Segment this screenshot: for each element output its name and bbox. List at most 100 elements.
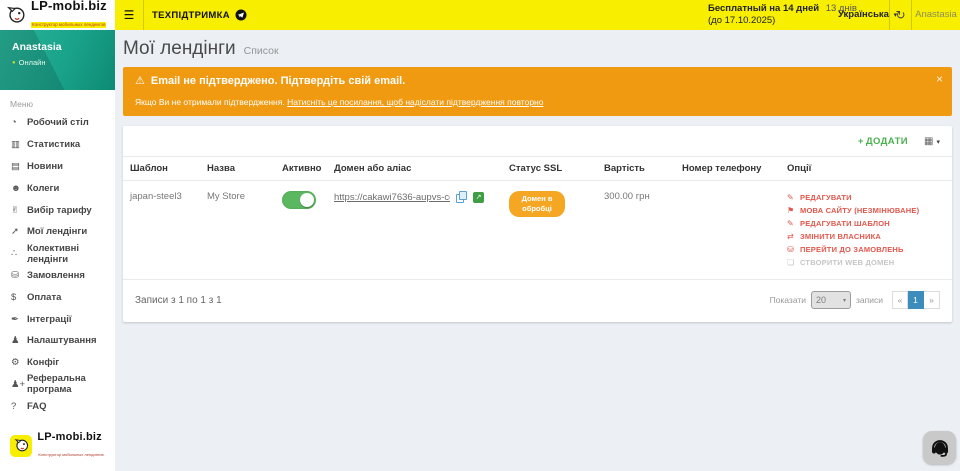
sidebar-item-label: Робочий стіл — [27, 117, 89, 128]
support-button[interactable]: ТЕХПІДТРИМКА — [152, 0, 247, 30]
referral-icon: ♟+ — [11, 379, 27, 390]
email-warning-banner: ⚠ Email не підтверджено. Підтвердіть сві… — [123, 67, 952, 116]
stats-icon: ▥ — [11, 139, 27, 150]
dog-logo-icon — [5, 4, 27, 26]
orders-cart-icon: ⛁ — [11, 270, 27, 281]
cell-active — [278, 181, 330, 280]
sidebar-item-statistics[interactable]: ▥ Статистика — [0, 134, 115, 156]
edit-template-icon: ✎ — [787, 217, 797, 230]
sidebar-item-faq[interactable]: ? FAQ — [0, 395, 115, 417]
user-menu[interactable]: Anastasia — [912, 0, 960, 30]
col-domain: Домен або аліас — [330, 157, 505, 181]
sidebar-item-label: Замовлення — [27, 270, 85, 281]
page-size-select[interactable]: 20 ▾ — [811, 291, 851, 309]
option-edit-template[interactable]: ✎ РЕДАГУВАТИ ШАБЛОН — [787, 217, 948, 230]
page-buttons: « 1 » — [892, 291, 940, 309]
next-page-button[interactable]: » — [924, 291, 940, 309]
sidebar-item-label: Мої лендінги — [27, 226, 87, 237]
brand-name: LP-mobi.biz — [37, 431, 104, 443]
sidebar-item-dashboard[interactable]: ◔ Робочий стіл — [0, 112, 115, 134]
page-1-button[interactable]: 1 — [908, 291, 924, 309]
support-chat-widget[interactable] — [923, 431, 956, 464]
sidebar-item-colleagues[interactable]: ☻ Колеги — [0, 177, 115, 199]
headset-icon — [929, 437, 951, 459]
resend-confirmation-link[interactable]: Натисніть це посилання, щоб надіслати пі… — [287, 97, 543, 107]
cell-domain: https://cakawi7636-aupvs-com-42 ↗ — [330, 181, 505, 280]
option-label: ЗМІНИТИ ВЛАСНИКА — [800, 230, 881, 243]
close-icon[interactable]: × — [936, 72, 943, 86]
menu-section-label: Меню — [0, 90, 115, 112]
collective-landings-icon: ∴ — [11, 248, 27, 259]
cell-options: ✎ РЕДАГУВАТИ ⚑ МОВА САЙТУ (НЕЗМІНЮВАНЕ) … — [783, 181, 952, 280]
support-label: ТЕХПІДТРИМКА — [152, 10, 230, 21]
settings-user-icon: ♟ — [11, 335, 27, 346]
option-site-language[interactable]: ⚑ МОВА САЙТУ (НЕЗМІНЮВАНЕ) — [787, 204, 948, 217]
online-dot-icon: ● — [12, 60, 16, 66]
chevron-down-icon: ▾ — [843, 297, 846, 304]
sidebar-brand-logo[interactable]: LP-mobi.biz Конструктор мобильных лендин… — [0, 424, 115, 468]
brand-logo[interactable]: LP-mobi.biz Конструктор мобильных лендин… — [0, 0, 115, 30]
option-label: СТВОРИТИ WEB ДОМЕН — [800, 256, 894, 269]
plus-icon: + — [858, 136, 864, 147]
add-button[interactable]: + ДОДАТИ — [858, 136, 908, 147]
toggle-knob — [300, 193, 314, 207]
sidebar-item-orders[interactable]: ⛁ Замовлення — [0, 265, 115, 287]
option-change-owner[interactable]: ⇄ ЗМІНИТИ ВЛАСНИКА — [787, 230, 948, 243]
columns-dropdown-button[interactable]: ▦ ▾ — [924, 136, 940, 147]
option-go-to-orders[interactable]: ⛁ ПЕРЕЙТИ ДО ЗАМОВЛЕНЬ — [787, 243, 948, 256]
option-create-web-domain: ❏ СТВОРИТИ WEB ДОМЕН — [787, 256, 948, 269]
change-owner-icon: ⇄ — [787, 230, 797, 243]
copy-icon[interactable] — [456, 191, 467, 203]
colleagues-icon: ☻ — [11, 183, 27, 194]
brand-tagline: Конструктор мобильных лендингов — [37, 452, 104, 458]
integrations-icon: ✒ — [11, 314, 27, 325]
records-label: записи — [856, 295, 883, 305]
main-content: Мої лендінги Список ⚠ Email не підтвердж… — [115, 30, 960, 471]
sidebar-item-integrations[interactable]: ✒ Інтеграції — [0, 308, 115, 330]
sidebar-user-status: ● Онлайн — [0, 53, 115, 67]
records-info: Записи з 1 по 1 з 1 — [135, 295, 222, 306]
open-in-new-icon[interactable]: ↗ — [473, 192, 484, 203]
menu-toggle-icon[interactable]: ☰ — [115, 0, 144, 30]
domain-link[interactable]: https://cakawi7636-aupvs-com-42 — [334, 192, 450, 203]
cell-name: My Store — [203, 181, 278, 280]
pagination: Показати 20 ▾ записи « 1 » — [770, 291, 940, 309]
col-options: Опції — [783, 157, 952, 181]
col-phone: Номер телефону — [678, 157, 783, 181]
page-title: Мої лендінги — [123, 38, 236, 60]
option-label: РЕДАГУВАТИ ШАБЛОН — [800, 217, 890, 230]
sidebar: Anastasia ● Онлайн Меню ◔ Робочий стіл ▥… — [0, 30, 115, 471]
dashboard-icon: ◔ — [11, 117, 27, 128]
refresh-icon[interactable]: ↻ — [889, 0, 912, 30]
sidebar-item-config[interactable]: ⚙ Конфіг — [0, 352, 115, 374]
news-icon: ▤ — [11, 161, 27, 172]
warning-icon: ⚠ — [135, 74, 145, 87]
sidebar-item-payment[interactable]: $ Оплата — [0, 286, 115, 308]
option-edit[interactable]: ✎ РЕДАГУВАТИ — [787, 191, 948, 204]
landings-table: Шаблон Назва Активно Домен або аліас Ста… — [123, 156, 952, 280]
sidebar-item-label: Статистика — [27, 139, 80, 150]
top-bar: LP-mobi.biz Конструктор мобильных лендин… — [0, 0, 960, 30]
sidebar-item-tariff[interactable]: ✌ Вибір тарифу — [0, 199, 115, 221]
show-label: Показати — [770, 295, 806, 305]
table-header-row: Шаблон Назва Активно Домен або аліас Ста… — [123, 157, 952, 181]
col-active: Активно — [278, 157, 330, 181]
ssl-status-badge: Домен в обробці — [509, 191, 565, 217]
grid-icon: ▦ — [924, 136, 933, 147]
telegram-icon — [235, 9, 247, 21]
active-toggle[interactable] — [282, 191, 316, 209]
table-footer: Записи з 1 по 1 з 1 Показати 20 ▾ записи… — [123, 280, 952, 322]
landings-card: + ДОДАТИ ▦ ▾ Шаблон Назва Активно Домен … — [123, 126, 952, 322]
sidebar-item-news[interactable]: ▤ Новини — [0, 156, 115, 178]
language-label: Українська — [838, 9, 889, 20]
sidebar-item-collective-landings[interactable]: ∴ Колективні лендінги — [0, 243, 115, 265]
sidebar-item-settings[interactable]: ♟ Налаштування — [0, 330, 115, 352]
create-domain-icon: ❏ — [787, 256, 797, 269]
prev-page-button[interactable]: « — [892, 291, 908, 309]
banner-text: Якщо Ви не отримали підтвердження. Натис… — [135, 97, 928, 107]
sidebar-item-my-landings[interactable]: ➚ Мої лендінги — [0, 221, 115, 243]
online-status-label: Онлайн — [19, 58, 46, 67]
config-gears-icon: ⚙ — [11, 357, 27, 368]
col-template: Шаблон — [123, 157, 203, 181]
sidebar-item-referral[interactable]: ♟+ Реферальна програма — [0, 374, 115, 396]
